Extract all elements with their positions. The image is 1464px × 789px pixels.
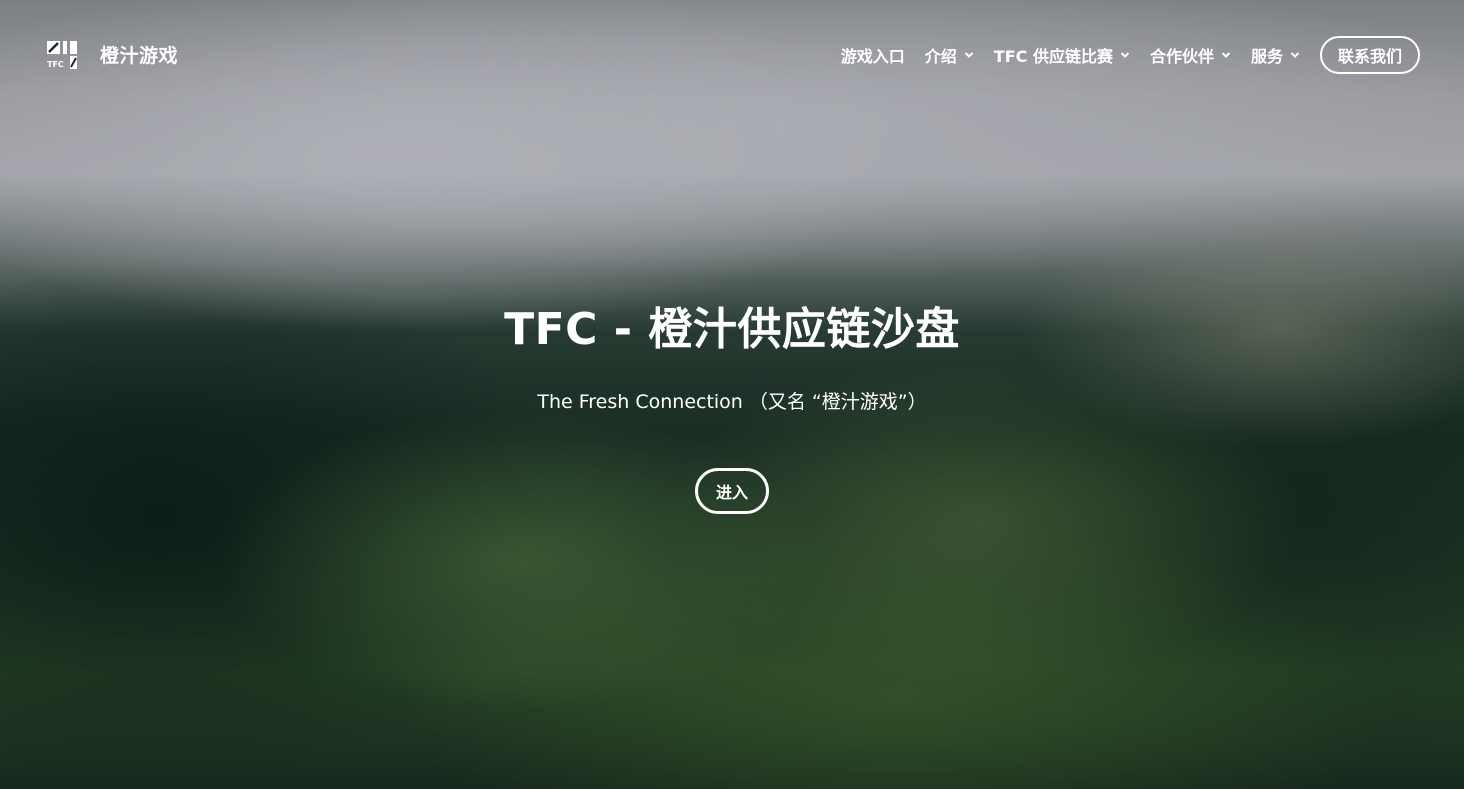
nav-item-tfc-competition[interactable]: TFC 供应链比赛 <box>994 36 1130 74</box>
nav-item-partners[interactable]: 合作伙伴 <box>1150 36 1231 74</box>
hero-section: TFC 橙汁游戏 游戏入口 介绍 TFC 供应链比赛 合作伙伴 服务 联系我们 … <box>0 0 1464 789</box>
chevron-down-icon <box>1120 52 1130 58</box>
nav-item-game-entry[interactable]: 游戏入口 <box>841 36 905 74</box>
nav-item-label: 服务 <box>1250 47 1283 66</box>
top-navigation: TFC 橙汁游戏 游戏入口 介绍 TFC 供应链比赛 合作伙伴 服务 联系我们 <box>0 0 1464 110</box>
hero-subtitle: The Fresh Connection （又名 “橙汁游戏”） <box>537 391 927 413</box>
tfc-logo-icon: TFC <box>47 41 77 69</box>
nav-item-label: 介绍 <box>924 47 957 66</box>
main-menu: 游戏入口 介绍 TFC 供应链比赛 合作伙伴 服务 联系我们 <box>841 36 1420 74</box>
contact-us-button[interactable]: 联系我们 <box>1319 36 1420 74</box>
nav-item-services[interactable]: 服务 <box>1251 36 1300 74</box>
nav-item-label: 合作伙伴 <box>1149 47 1214 66</box>
chevron-down-icon <box>1221 52 1231 58</box>
nav-item-label: 游戏入口 <box>840 47 905 66</box>
chevron-down-icon <box>1290 52 1300 58</box>
svg-text:TFC: TFC <box>47 60 64 69</box>
nav-item-intro[interactable]: 介绍 <box>925 36 974 74</box>
brand[interactable]: TFC 橙汁游戏 <box>46 38 178 70</box>
enter-button[interactable]: 进入 <box>695 468 769 514</box>
brand-name: 橙汁游戏 <box>100 44 179 67</box>
hero-content: TFC - 橙汁供应链沙盘 The Fresh Connection （又名 “… <box>0 300 1464 514</box>
hero-title: TFC - 橙汁供应链沙盘 <box>504 304 960 355</box>
nav-item-label: TFC 供应链比赛 <box>993 47 1113 66</box>
chevron-down-icon <box>964 52 973 58</box>
